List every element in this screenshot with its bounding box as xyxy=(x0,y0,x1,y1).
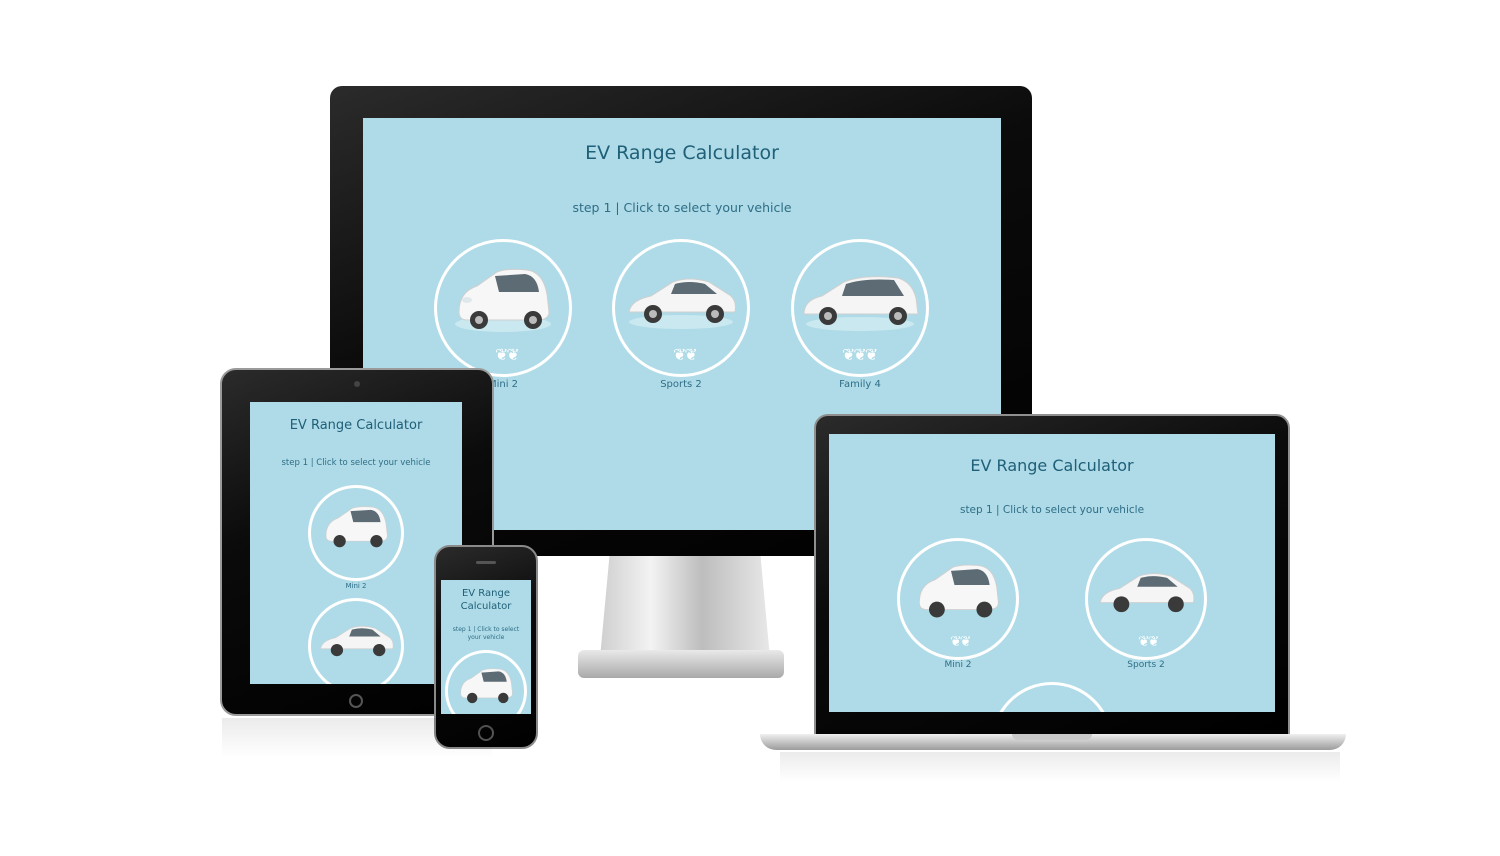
vehicle-option-mini[interactable]: ❦❦ xyxy=(897,538,1019,660)
car-image xyxy=(460,668,513,704)
laptop-reflection xyxy=(780,752,1340,782)
vehicle-option-sports[interactable] xyxy=(308,598,404,684)
phone-screen: EV Range Calculator step 1 | Click to se… xyxy=(441,580,531,714)
vehicle-option-sports[interactable]: ❦❦ xyxy=(612,239,750,377)
vehicle-option-mini[interactable] xyxy=(308,485,404,581)
tablet-home-button[interactable] xyxy=(349,694,363,708)
monitor-stand-neck xyxy=(600,548,770,658)
step-instruction: step 1 | Click to select your vehicle xyxy=(959,504,1145,516)
phone-speaker xyxy=(476,561,496,564)
seats-indicator: ❦❦ xyxy=(495,347,520,364)
laptop-notch xyxy=(1012,734,1092,740)
car-image xyxy=(325,506,388,548)
tablet-camera xyxy=(354,381,360,387)
step-instruction-line1: step 1 | Click to select xyxy=(452,626,520,633)
vehicle-option-family[interactable]: ❦❦❦ xyxy=(791,239,929,377)
monitor-stand-base xyxy=(578,650,784,678)
seats-indicator: ❦❦ xyxy=(673,347,698,364)
vehicle-label: Sports 2 xyxy=(660,379,702,390)
vehicle-label: Family 4 xyxy=(839,379,881,390)
page-title: EV Range Calculator xyxy=(585,142,779,164)
vehicle-label: Sports 2 xyxy=(1127,660,1165,670)
page-title-line1: EV Range xyxy=(461,588,511,599)
vehicle-option-mini[interactable] xyxy=(445,650,527,714)
vehicle-option-sports[interactable]: ❦❦ xyxy=(1085,538,1207,660)
step-instruction-line2: your vehicle xyxy=(467,634,505,641)
seats-indicator: ❦❦❦ xyxy=(842,347,878,364)
vehicle-option-family[interactable] xyxy=(991,682,1113,712)
step-instruction: step 1 | Click to select your vehicle xyxy=(281,458,431,468)
laptop-screen: EV Range Calculator step 1 | Click to se… xyxy=(829,434,1275,712)
vehicle-label: Mini 2 xyxy=(944,660,972,670)
vehicle-option-mini[interactable]: ❦❦ xyxy=(434,239,572,377)
page-title-line2: Calculator xyxy=(460,601,512,612)
tablet-reflection xyxy=(222,718,492,758)
seats-indicator: ❦❦ xyxy=(950,633,972,649)
step-instruction: step 1 | Click to select your vehicle xyxy=(572,200,792,215)
vehicle-label: Mini 2 xyxy=(345,582,367,590)
page-title: EV Range Calculator xyxy=(970,456,1134,475)
tablet-screen: EV Range Calculator step 1 | Click to se… xyxy=(250,402,462,684)
seats-indicator: ❦❦ xyxy=(1138,633,1160,649)
car-image xyxy=(320,625,394,657)
page-title: EV Range Calculator xyxy=(289,418,423,433)
